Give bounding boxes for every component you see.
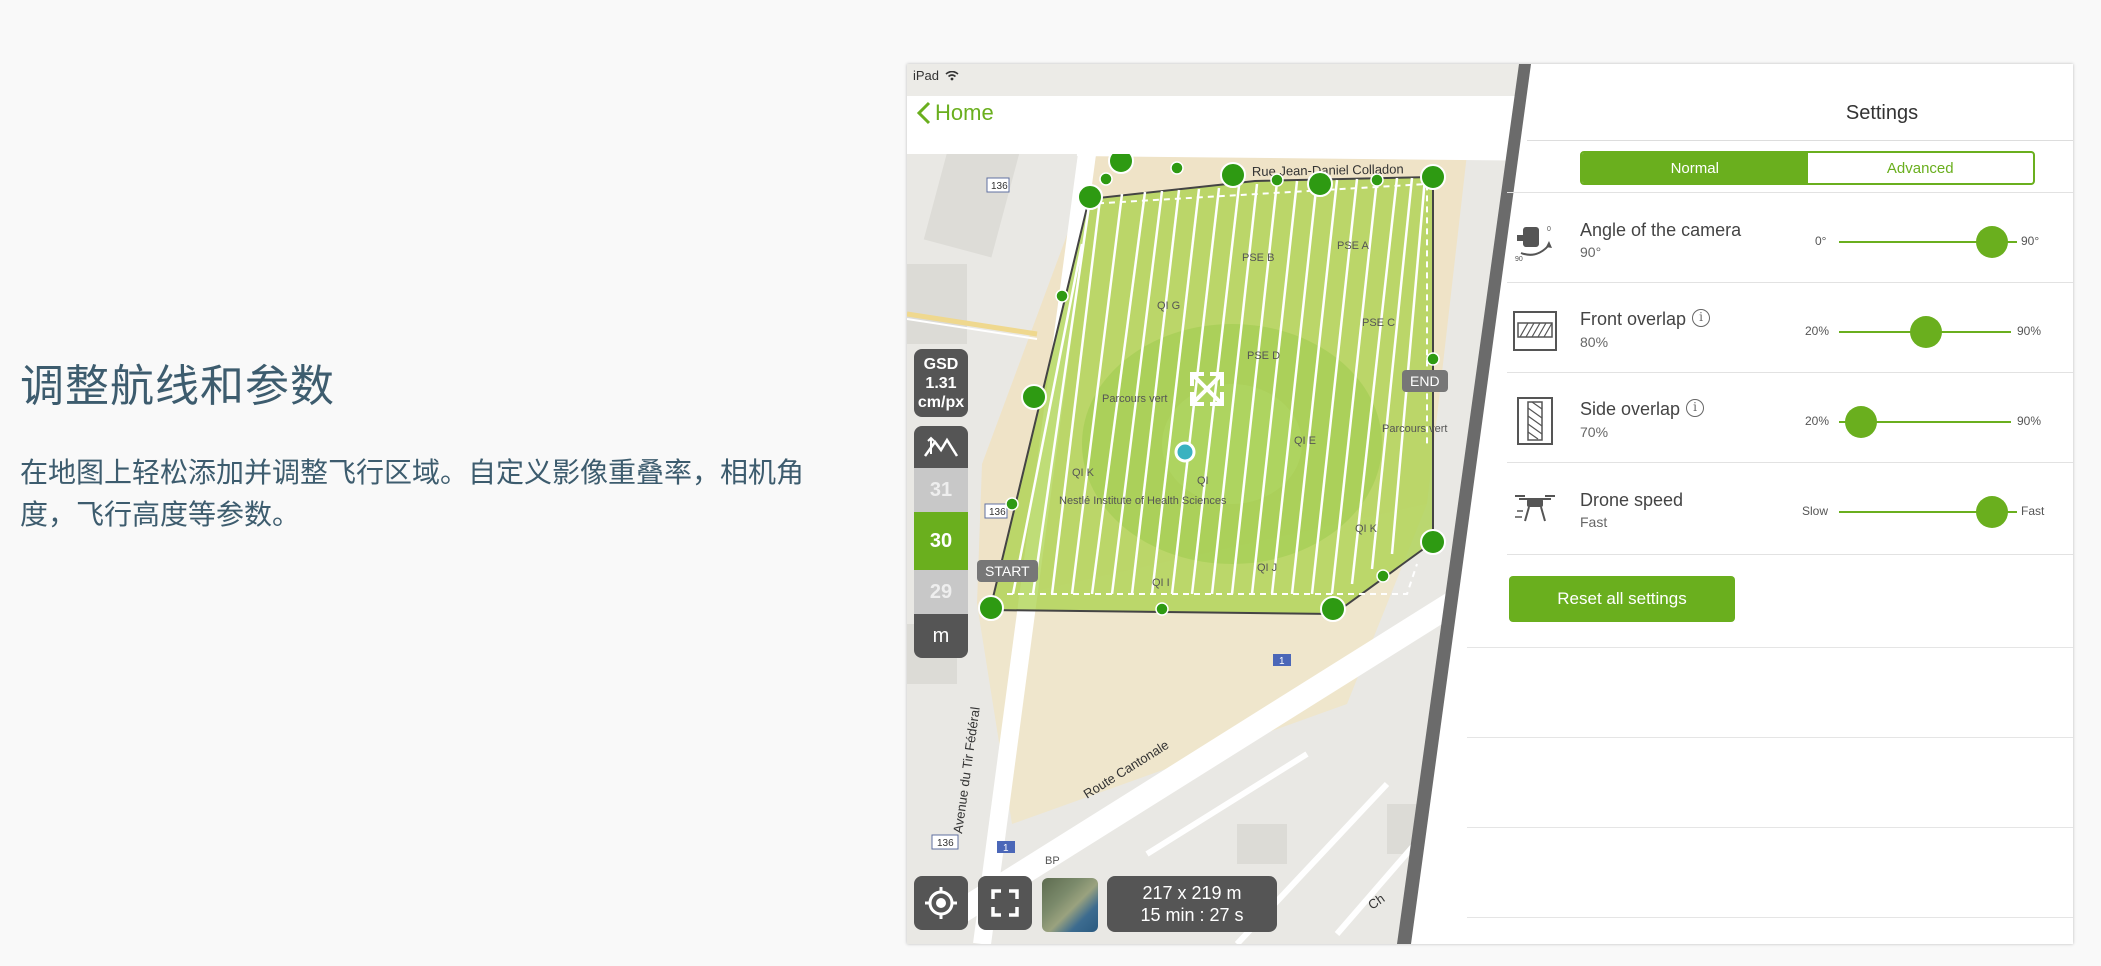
tab-advanced[interactable]: Advanced — [1808, 153, 2034, 183]
side-overlap-label-text: Side overlap — [1580, 399, 1681, 419]
side-overlap-icon — [1510, 396, 1560, 446]
row-divider — [1467, 647, 2073, 648]
drone-speed-max: Fast — [2021, 504, 2045, 518]
svg-text:90: 90 — [1515, 256, 1523, 263]
info-icon[interactable]: i — [1686, 399, 1705, 417]
intro-title: 调整航线和参数 — [20, 361, 335, 412]
camera-angle-slider-thumb[interactable] — [1976, 226, 2008, 258]
tab-normal[interactable]: Normal — [1582, 153, 1808, 183]
settings-title: Settings — [1845, 102, 1919, 124]
camera-angle-icon: 90 0 — [1510, 216, 1560, 266]
row-divider — [1507, 192, 2073, 193]
side-overlap-label: Side overlap i — [1580, 399, 1705, 420]
row-divider — [1467, 827, 2073, 828]
row-divider — [1507, 372, 2073, 373]
camera-angle-label: Angle of the camera — [1580, 220, 1742, 240]
settings-panel-background — [1397, 64, 2073, 944]
camera-angle-min: 0° — [1815, 234, 1827, 248]
camera-angle-value: 90° — [1580, 244, 1602, 260]
row-divider — [1507, 554, 2073, 555]
drone-speed-slider-thumb[interactable] — [1976, 496, 2008, 528]
front-overlap-label-text: Front overlap — [1580, 309, 1687, 329]
ipad-screenshot: PSE B PSE A QI G PSE C PSE D Parcours ve… — [907, 64, 2073, 944]
row-divider — [1507, 462, 2073, 463]
drone-speed-label: Drone speed — [1580, 490, 1684, 510]
svg-text:0: 0 — [1547, 226, 1551, 233]
row-divider — [1467, 917, 2073, 918]
front-overlap-min: 20% — [1805, 324, 1830, 338]
front-overlap-label: Front overlap i — [1580, 309, 1711, 330]
side-overlap-min: 20% — [1805, 414, 1830, 428]
front-overlap-icon — [1510, 306, 1560, 356]
settings-mode-tabs: Normal Advanced — [1580, 151, 2035, 185]
side-overlap-slider-thumb[interactable] — [1845, 406, 1877, 438]
front-overlap-max: 90% — [2017, 324, 2042, 338]
side-overlap-value: 70% — [1580, 424, 1609, 440]
side-overlap-max: 90% — [2017, 414, 2042, 428]
drone-speed-value: Fast — [1580, 514, 1608, 530]
settings-header-divider — [1527, 140, 2073, 141]
reset-all-settings-button[interactable]: Reset all settings — [1509, 576, 1735, 622]
drone-speed-min: Slow — [1802, 504, 1829, 518]
row-divider — [1507, 282, 2073, 283]
row-divider — [1467, 737, 2073, 738]
camera-angle-max: 90° — [2021, 234, 2040, 248]
drone-icon — [1510, 486, 1560, 536]
front-overlap-slider-thumb[interactable] — [1910, 316, 1942, 348]
info-icon[interactable]: i — [1692, 309, 1711, 327]
intro-description: 在地图上轻松添加并调整飞行区域。自定义影像重叠率，相机角度，飞行高度等参数。 — [20, 456, 805, 531]
front-overlap-value: 80% — [1580, 334, 1609, 350]
page: 调整航线和参数 在地图上轻松添加并调整飞行区域。自定义影像重叠率，相机角度，飞行… — [0, 0, 2101, 966]
